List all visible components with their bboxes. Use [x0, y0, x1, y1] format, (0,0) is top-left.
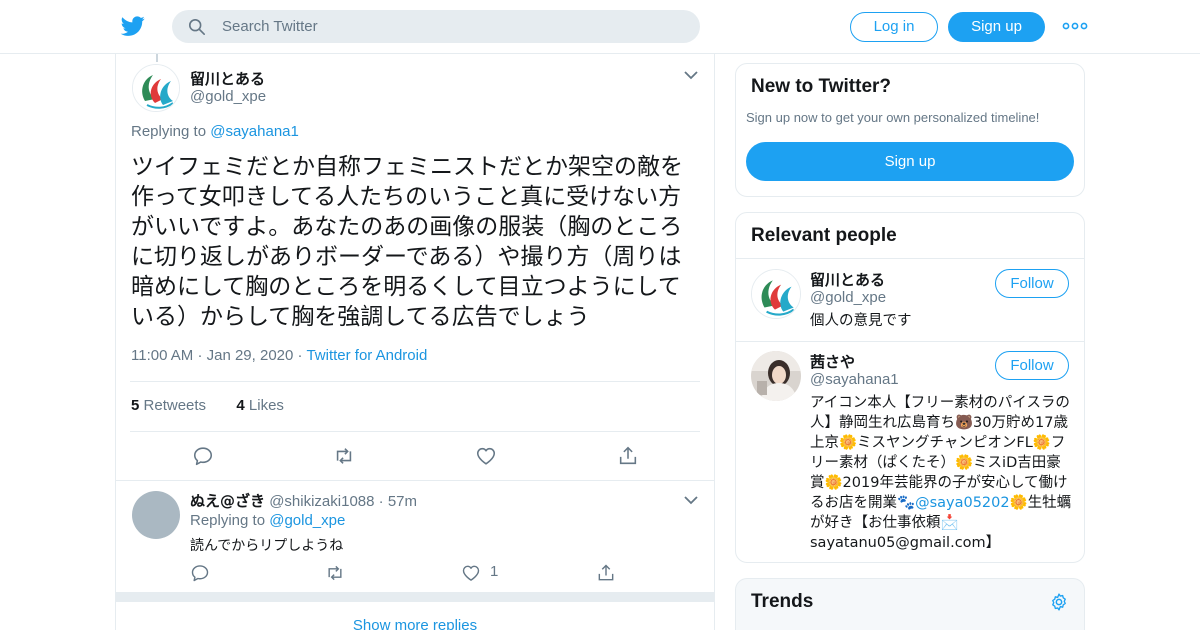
retweets-stat[interactable]: 5 Retweets	[131, 397, 206, 414]
reply-age[interactable]: 57m	[388, 493, 417, 510]
top-navigation-bar: Search Twitter Log in Sign up	[0, 0, 1200, 54]
share-icon[interactable]	[596, 563, 616, 583]
divider	[736, 341, 1084, 342]
person-name[interactable]: 留川とある	[810, 269, 885, 290]
person-name[interactable]: 茜さや	[810, 351, 855, 372]
card-title: New to Twitter?	[751, 76, 892, 97]
person-bio: 個人の意見です	[810, 313, 912, 329]
login-button[interactable]: Log in	[850, 12, 938, 42]
retweet-icon[interactable]	[333, 445, 355, 467]
divider	[130, 431, 700, 432]
likes-label: Likes	[248, 397, 284, 414]
show-more-replies-link[interactable]: Show more replies	[116, 617, 714, 630]
replying-to-prefix: Replying to	[190, 512, 270, 529]
card-title: Trends	[751, 591, 814, 612]
like-icon[interactable]	[461, 563, 481, 583]
search-box[interactable]: Search Twitter	[172, 10, 700, 43]
follow-button[interactable]: Follow	[995, 269, 1069, 298]
tweet-time[interactable]: 11:00 AM	[131, 347, 193, 364]
tweet-stats: 5 Retweets 4 Likes	[131, 397, 284, 414]
avatar-photo-image	[751, 351, 801, 401]
reply-author-handle[interactable]: @shikizaki1088	[269, 493, 374, 510]
divider	[116, 480, 714, 481]
card-subtitle: Sign up now to get your own personalized…	[746, 110, 1040, 125]
replying-to-link[interactable]: @gold_xpe	[269, 512, 345, 529]
relevant-people-card: Relevant people 留川とある @gold_xpe 個人の意見です …	[735, 212, 1085, 563]
bio-mention-link[interactable]: @saya05202	[915, 495, 1010, 511]
replying-to-line: Replying to @gold_xpe	[190, 512, 345, 529]
meta-separator: ·	[197, 347, 207, 364]
likes-stat[interactable]: 4 Likes	[236, 397, 284, 414]
likes-count: 4	[236, 397, 245, 414]
person-handle[interactable]: @gold_xpe	[810, 289, 886, 306]
twitter-bird-icon[interactable]	[120, 14, 146, 38]
sidebar-signup-button[interactable]: Sign up	[746, 142, 1074, 181]
trends-card: Trends	[735, 578, 1085, 630]
divider	[130, 381, 700, 382]
person-handle[interactable]: @sayahana1	[810, 371, 899, 388]
card-title: Relevant people	[751, 225, 897, 246]
follow-button[interactable]: Follow	[995, 351, 1069, 380]
share-icon[interactable]	[617, 445, 639, 467]
tweet-date[interactable]: Jan 29, 2020	[207, 347, 294, 364]
reply-like-count: 1	[490, 563, 499, 580]
reply-author-name[interactable]: ぬえ@ざき	[190, 492, 265, 510]
signup-button[interactable]: Sign up	[948, 12, 1045, 42]
replying-to-prefix: Replying to	[131, 123, 211, 140]
avatar[interactable]	[132, 64, 180, 112]
gear-icon[interactable]	[1049, 592, 1069, 612]
replying-to-link[interactable]: @sayahana1	[210, 123, 299, 140]
section-separator	[116, 592, 714, 602]
avatar[interactable]	[132, 491, 180, 539]
divider	[736, 258, 1084, 259]
retweet-icon[interactable]	[325, 563, 345, 583]
meta-separator: ·	[378, 493, 388, 510]
replying-to-line: Replying to @sayahana1	[131, 123, 299, 140]
retweets-count: 5	[131, 397, 140, 414]
tweet-author-handle[interactable]: @gold_xpe	[190, 88, 266, 105]
tweet-source[interactable]: Twitter for Android	[306, 347, 427, 364]
avatar[interactable]	[751, 351, 801, 401]
chevron-down-icon[interactable]	[684, 495, 698, 505]
avatar[interactable]	[751, 269, 801, 319]
reply-header: ぬえ@ざき @shikizaki1088 · 57m	[190, 490, 417, 511]
reply-icon[interactable]	[190, 563, 210, 583]
bio-text: アイコン本人【フリー素材のパイスラの人】静岡生れ広島育ち🐻30万貯め17歳上京🌼…	[810, 395, 1070, 511]
reply-text: 読んでからリプしようね	[190, 538, 344, 554]
reply-icon[interactable]	[192, 445, 214, 467]
thread-connector-line	[156, 54, 158, 62]
avatar-logo-image	[752, 270, 800, 318]
new-to-twitter-card: New to Twitter? Sign up now to get your …	[735, 63, 1085, 197]
avatar-logo-image	[133, 65, 179, 111]
like-icon[interactable]	[475, 445, 497, 467]
retweets-label: Retweets	[143, 397, 207, 414]
search-placeholder: Search Twitter	[222, 18, 318, 35]
main-timeline-column: 留川とある @gold_xpe Replying to @sayahana1 ツ…	[115, 54, 715, 630]
more-dots-icon[interactable]	[1062, 19, 1088, 33]
chevron-down-icon[interactable]	[684, 70, 698, 80]
tweet-author-name[interactable]: 留川とある	[190, 68, 265, 89]
person-bio: アイコン本人【フリー素材のパイスラの人】静岡生れ広島育ち🐻30万貯め17歳上京🌼…	[810, 393, 1074, 553]
search-icon	[188, 18, 206, 36]
tweet-meta: 11:00 AM · Jan 29, 2020 · Twitter for An…	[131, 347, 427, 364]
tweet-text: ツイフェミだとか自称フェミニストだとか架空の敵を作って女叩きしてる人たちのいうこ…	[131, 154, 683, 330]
